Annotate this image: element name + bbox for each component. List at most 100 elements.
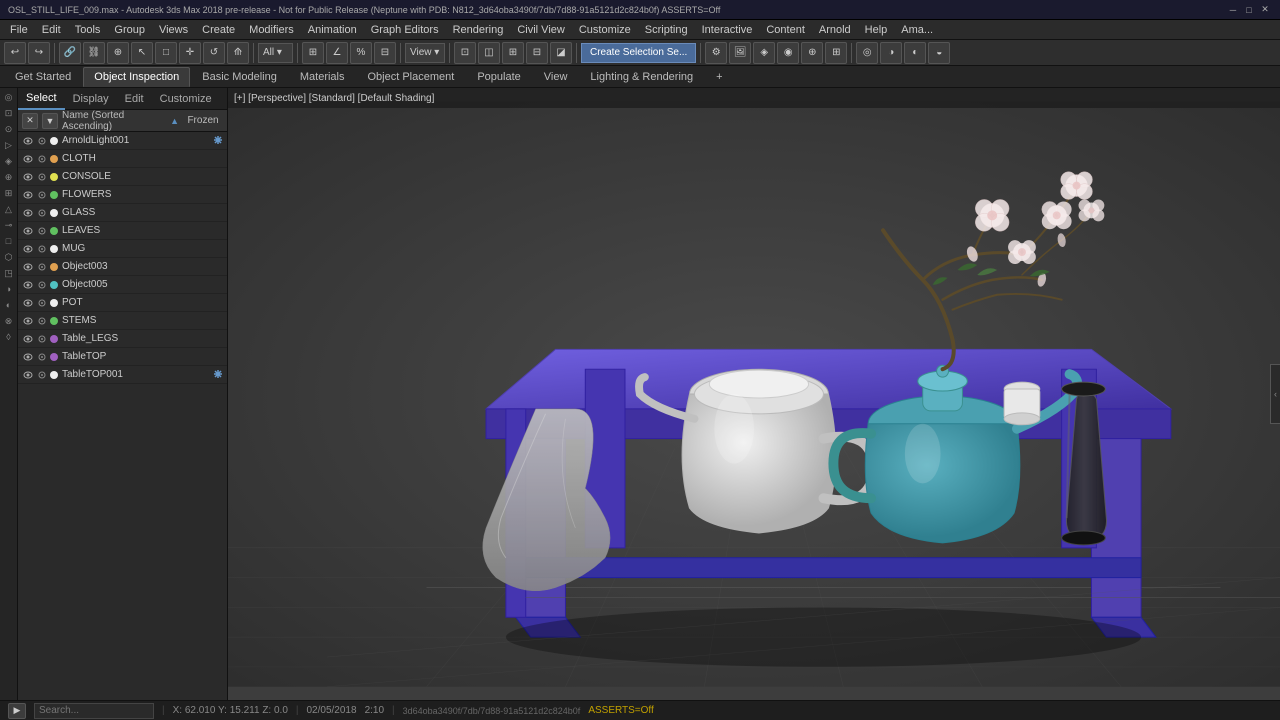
unlink-button[interactable]: ⛓ [83, 42, 105, 64]
render-icon[interactable] [36, 297, 48, 309]
spinner-snap[interactable]: ⊟ [374, 42, 396, 64]
left-icon-9[interactable]: □ [2, 234, 16, 248]
angle-snap[interactable]: ∠ [326, 42, 348, 64]
minimize-button[interactable]: ─ [1226, 3, 1240, 17]
bind-button[interactable]: ⊕ [107, 42, 129, 64]
menu-item-civil-view[interactable]: Civil View [511, 21, 570, 39]
left-icon-15[interactable]: ◊ [2, 330, 16, 344]
select-button[interactable]: ↖ [131, 42, 153, 64]
render-icon[interactable] [36, 333, 48, 345]
workspace-tab-materials[interactable]: Materials [289, 67, 356, 87]
batch-render-button[interactable]: ⊞ [825, 42, 847, 64]
mirror-button[interactable]: ◫ [478, 42, 500, 64]
material-editor-button[interactable]: ◉ [777, 42, 799, 64]
left-icon-11[interactable]: ◳ [2, 266, 16, 280]
panel-tab-edit[interactable]: Edit [117, 88, 152, 110]
menu-item-arnold[interactable]: Arnold [813, 21, 857, 39]
menu-item-edit[interactable]: Edit [36, 21, 67, 39]
render-icon[interactable] [36, 279, 48, 291]
workspace-tab-basic-modeling[interactable]: Basic Modeling [191, 67, 288, 87]
left-icon-7[interactable]: △ [2, 202, 16, 216]
render-icon[interactable] [36, 315, 48, 327]
left-icon-4[interactable]: ◈ [2, 154, 16, 168]
object-row-tabletop001[interactable]: TableTOP001 [18, 366, 227, 384]
view-dropdown[interactable]: View ▾ [405, 43, 445, 63]
extra-tool4[interactable]: ◒ [928, 42, 950, 64]
object-row-glass[interactable]: GLASS [18, 204, 227, 222]
workspace-tab-lighting---rendering[interactable]: Lighting & Rendering [579, 67, 704, 87]
visibility-icon[interactable] [22, 207, 34, 219]
object-row-stems[interactable]: STEMS [18, 312, 227, 330]
render-icon[interactable] [36, 135, 48, 147]
percent-snap[interactable]: % [350, 42, 372, 64]
object-row-console[interactable]: CONSOLE [18, 168, 227, 186]
scale-button[interactable]: ⟰ [227, 42, 249, 64]
menu-item-ama---[interactable]: Ama... [895, 21, 939, 39]
render-icon[interactable] [36, 261, 48, 273]
menu-item-scripting[interactable]: Scripting [639, 21, 694, 39]
left-icon-5[interactable]: ⊕ [2, 170, 16, 184]
render-icon[interactable] [36, 369, 48, 381]
maximize-button[interactable]: □ [1242, 3, 1256, 17]
visibility-icon[interactable] [22, 135, 34, 147]
close-button[interactable]: ✕ [1258, 3, 1272, 17]
render-icon[interactable] [36, 225, 48, 237]
object-row-leaves[interactable]: LEAVES [18, 222, 227, 240]
left-icon-8[interactable]: ⊸ [2, 218, 16, 232]
move-button[interactable]: ✛ [179, 42, 201, 64]
visibility-icon[interactable] [22, 351, 34, 363]
left-icon-0[interactable]: ◎ [2, 90, 16, 104]
render-icon[interactable] [36, 189, 48, 201]
extra-tool1[interactable]: ◎ [856, 42, 878, 64]
menu-item-content[interactable]: Content [760, 21, 811, 39]
visibility-icon[interactable] [22, 315, 34, 327]
array-button[interactable]: ⊞ [502, 42, 524, 64]
menu-item-interactive[interactable]: Interactive [696, 21, 759, 39]
object-row-object005[interactable]: Object005 [18, 276, 227, 294]
visibility-icon[interactable] [22, 279, 34, 291]
visibility-icon[interactable] [22, 153, 34, 165]
menu-item-tools[interactable]: Tools [69, 21, 107, 39]
left-icon-2[interactable]: ⊙ [2, 122, 16, 136]
workspace-tab-populate[interactable]: Populate [466, 67, 531, 87]
redo-button[interactable]: ↪ [28, 42, 50, 64]
play-button[interactable]: ▶ [8, 703, 26, 719]
render-icon[interactable] [36, 207, 48, 219]
menu-item-group[interactable]: Group [108, 21, 151, 39]
object-row-object003[interactable]: Object003 [18, 258, 227, 276]
menu-item-create[interactable]: Create [196, 21, 241, 39]
object-row-pot[interactable]: POT [18, 294, 227, 312]
workspace-tab--[interactable]: + [705, 67, 733, 87]
visibility-icon[interactable] [22, 189, 34, 201]
left-icon-10[interactable]: ⬡ [2, 250, 16, 264]
visibility-icon[interactable] [22, 171, 34, 183]
undo-button[interactable]: ↩ [4, 42, 26, 64]
create-selection-button[interactable]: Create Selection Se... [581, 43, 696, 63]
render-setup-button[interactable]: ⚙ [705, 42, 727, 64]
visibility-icon[interactable] [22, 333, 34, 345]
visibility-icon[interactable] [22, 297, 34, 309]
visibility-icon[interactable] [22, 243, 34, 255]
filter-dropdown[interactable]: All ▾ [258, 43, 293, 63]
link-button[interactable]: 🔗 [59, 42, 81, 64]
viewport[interactable]: [+] [Perspective] [Standard] [Default Sh… [228, 88, 1280, 700]
active-render-button[interactable]: ◈ [753, 42, 775, 64]
left-icon-12[interactable]: ◑ [2, 282, 16, 296]
menu-item-animation[interactable]: Animation [302, 21, 363, 39]
render-icon[interactable] [36, 153, 48, 165]
clear-filter-button[interactable]: ✕ [22, 113, 38, 129]
object-row-arnoldlight001[interactable]: ArnoldLight001 [18, 132, 227, 150]
snap-toggle[interactable]: ⊞ [302, 42, 324, 64]
left-icon-13[interactable]: ◐ [2, 298, 16, 312]
workspace-tab-view[interactable]: View [533, 67, 579, 87]
rotate-button[interactable]: ↺ [203, 42, 225, 64]
extra-tool3[interactable]: ◐ [904, 42, 926, 64]
object-row-table_legs[interactable]: Table_LEGS [18, 330, 227, 348]
menu-item-graph-editors[interactable]: Graph Editors [365, 21, 445, 39]
workspace-tab-object-placement[interactable]: Object Placement [356, 67, 465, 87]
render-icon[interactable] [36, 243, 48, 255]
render-to-texture[interactable]: ⊕ [801, 42, 823, 64]
workspace-tab-object-inspection[interactable]: Object Inspection [83, 67, 190, 87]
clone-button[interactable]: ◪ [550, 42, 572, 64]
render-frame-button[interactable]: 🖼 [729, 42, 751, 64]
